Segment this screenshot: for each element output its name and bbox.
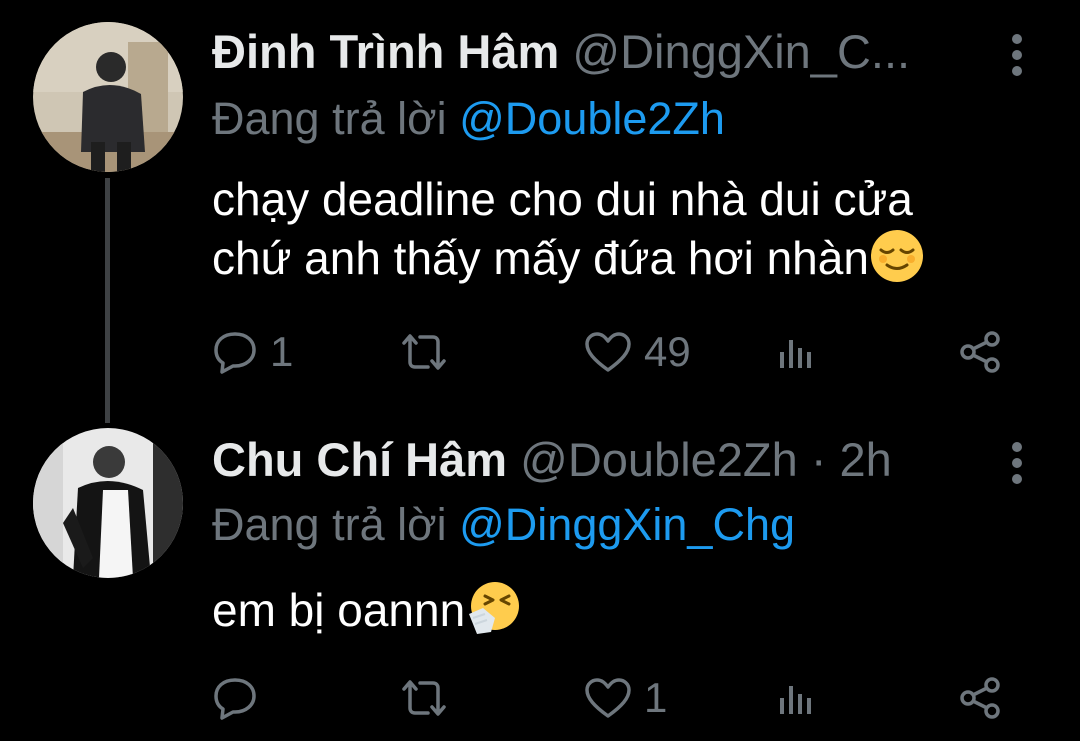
tweet-actions: 1 xyxy=(212,668,1042,728)
replying-to-line: Đang trả lời @Double2Zh xyxy=(212,92,725,146)
analytics-button[interactable] xyxy=(776,668,816,728)
reply-icon xyxy=(214,332,256,374)
tweet-text-line-with-emoji: chứ anh thấy mấy đứa hơi nhàn xyxy=(212,228,1052,287)
replying-to-mention[interactable]: @DinggXin_Chg xyxy=(459,499,795,550)
tweet-text-line: chạy deadline cho dui nhà dui cửa xyxy=(212,173,913,225)
reply-thread: Đinh Trình Hâm @DinggXin_C... Đang trả l… xyxy=(0,0,1080,741)
retweet-button[interactable] xyxy=(398,668,462,728)
avatar-photo-icon xyxy=(33,22,183,172)
tweet-2[interactable]: Chu Chí Hâm @Double2Zh · 2h Đang trả lời… xyxy=(0,420,1080,741)
tweet-text-line-with-emoji: em bị oannn xyxy=(212,580,1052,639)
avatar-photo-icon xyxy=(33,428,183,578)
like-count: 49 xyxy=(644,328,691,375)
analytics-button[interactable] xyxy=(776,322,816,382)
replying-to-mention[interactable]: @Double2Zh xyxy=(459,93,725,144)
retweet-icon xyxy=(402,680,446,716)
analytics-icon xyxy=(780,340,811,368)
user-handle[interactable]: @Double2Zh xyxy=(520,433,798,486)
tweet-text: em bị oannn xyxy=(212,580,1052,639)
avatar[interactable] xyxy=(33,428,183,578)
timestamp[interactable]: 2h xyxy=(840,433,892,486)
like-count: 1 xyxy=(644,674,668,721)
retweet-icon xyxy=(402,334,446,370)
tweet-header: Chu Chí Hâm @Double2Zh · 2h xyxy=(212,432,892,488)
share-icon xyxy=(960,677,1000,719)
tweet-text-line: chứ anh thấy mấy đứa hơi nhàn xyxy=(212,232,869,284)
more-options-icon[interactable] xyxy=(1004,30,1030,80)
like-button[interactable]: 1 xyxy=(584,668,667,728)
share-button[interactable] xyxy=(958,322,1004,382)
reply-button[interactable]: 1 xyxy=(212,322,293,382)
share-icon xyxy=(960,331,1000,373)
reply-icon xyxy=(214,678,256,720)
replying-to-label: Đang trả lời xyxy=(212,499,447,550)
tweet-text: chạy deadline cho dui nhà dui cửa chứ an… xyxy=(212,170,1052,287)
tweet-text-line: em bị oannn xyxy=(212,584,466,636)
share-button[interactable] xyxy=(958,668,1004,728)
heart-icon xyxy=(585,332,631,372)
replying-to-line: Đang trả lời @DinggXin_Chg xyxy=(212,498,795,552)
retweet-button[interactable] xyxy=(398,322,462,382)
tweet-actions: 1 49 xyxy=(212,322,1042,382)
sneezing-face-emoji-icon xyxy=(469,582,520,634)
avatar[interactable] xyxy=(33,22,183,172)
user-handle[interactable]: @DinggXin_C... xyxy=(572,25,910,78)
time-separator: · xyxy=(810,433,827,486)
relieved-face-emoji-icon xyxy=(870,230,923,282)
reply-button[interactable] xyxy=(212,668,270,728)
reply-count: 1 xyxy=(270,328,294,375)
display-name[interactable]: Đinh Trình Hâm xyxy=(212,25,559,78)
like-button[interactable]: 49 xyxy=(584,322,691,382)
tweet-header: Đinh Trình Hâm @DinggXin_C... xyxy=(212,24,910,80)
replying-to-label: Đang trả lời xyxy=(212,93,447,144)
display-name[interactable]: Chu Chí Hâm xyxy=(212,433,507,486)
heart-icon xyxy=(585,678,631,718)
tweet-1[interactable]: Đinh Trình Hâm @DinggXin_C... Đang trả l… xyxy=(0,0,1080,420)
analytics-icon xyxy=(780,686,811,714)
more-options-icon[interactable] xyxy=(1004,438,1030,488)
